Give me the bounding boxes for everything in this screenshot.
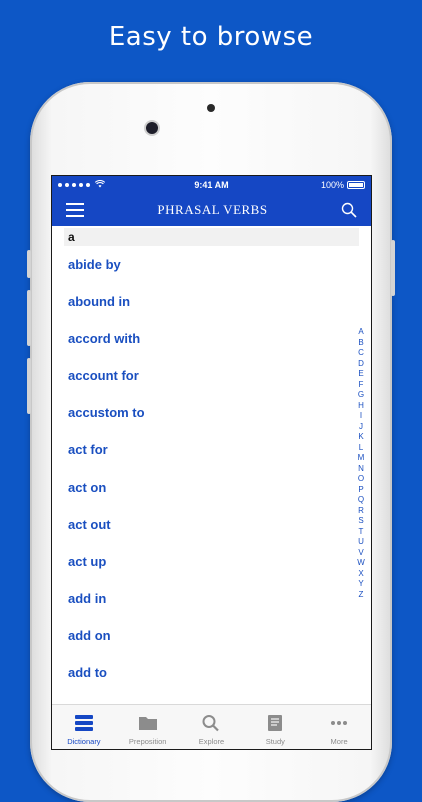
tab-label: Preposition <box>128 737 167 746</box>
index-letter[interactable]: D <box>355 359 367 370</box>
wifi-icon <box>94 180 106 190</box>
signal-indicator <box>58 180 106 190</box>
index-letter[interactable]: J <box>355 422 367 433</box>
entry-item[interactable]: act up <box>52 543 371 580</box>
index-letter[interactable]: A <box>355 327 367 338</box>
app-screen: 9:41 AM 100% PHRASAL VERBS a abide by abo… <box>51 175 372 750</box>
index-letter[interactable]: Q <box>355 495 367 506</box>
speaker-dot <box>207 104 215 112</box>
index-letter[interactable]: E <box>355 369 367 380</box>
power-button <box>391 240 395 296</box>
index-letter[interactable]: H <box>355 401 367 412</box>
index-letter[interactable]: Z <box>355 590 367 601</box>
mute-switch <box>27 358 31 414</box>
tab-label: More <box>330 737 348 746</box>
tab-more[interactable]: More <box>307 705 371 749</box>
entry-item[interactable]: add on <box>52 617 371 654</box>
index-letter[interactable]: L <box>355 443 367 454</box>
entry-item[interactable]: act on <box>52 469 371 506</box>
entry-item[interactable]: accustom to <box>52 394 371 431</box>
index-letter[interactable]: B <box>355 338 367 349</box>
volume-up-button <box>27 250 31 278</box>
index-letter[interactable]: Y <box>355 579 367 590</box>
index-letter[interactable]: G <box>355 390 367 401</box>
battery-icon <box>347 181 365 189</box>
entry-item[interactable]: add to <box>52 654 371 691</box>
tab-explore[interactable]: Explore <box>180 705 244 749</box>
battery-percent: 100% <box>320 180 344 190</box>
entry-item[interactable]: accord with <box>52 320 371 357</box>
entry-item[interactable]: act for <box>52 431 371 468</box>
notebook-icon <box>265 714 285 737</box>
promo-headline: Easy to browse <box>108 22 314 52</box>
alphabet-index[interactable]: ABCDEFGHIJKLMNOPQRSTUVWXYZ <box>355 327 367 600</box>
tab-study[interactable]: Study <box>243 705 307 749</box>
index-letter[interactable]: O <box>355 474 367 485</box>
index-letter[interactable]: P <box>355 485 367 496</box>
tab-bar: Dictionary Preposition Explore Study More <box>52 704 371 749</box>
index-letter[interactable]: V <box>355 548 367 559</box>
status-bar: 9:41 AM 100% <box>52 176 371 194</box>
index-letter[interactable]: I <box>355 411 367 422</box>
entry-item[interactable]: add in <box>52 580 371 617</box>
index-letter[interactable]: S <box>355 516 367 527</box>
search-icon <box>201 714 221 737</box>
search-icon[interactable] <box>341 202 357 218</box>
tab-label: Dictionary <box>67 737 101 746</box>
tab-preposition[interactable]: Preposition <box>116 705 180 749</box>
tab-label: Explore <box>198 737 225 746</box>
index-letter[interactable]: W <box>355 558 367 569</box>
index-letter[interactable]: F <box>355 380 367 391</box>
entry-list: abide by abound in accord with account for a… <box>52 246 371 691</box>
folder-icon <box>138 714 158 737</box>
index-letter[interactable]: U <box>355 537 367 548</box>
index-letter[interactable]: T <box>355 527 367 538</box>
hamburger-icon[interactable] <box>66 203 84 217</box>
front-camera-icon <box>146 122 158 134</box>
index-letter[interactable]: X <box>355 569 367 580</box>
entry-item[interactable]: abide by <box>52 246 371 283</box>
index-letter[interactable]: K <box>355 432 367 443</box>
entry-item[interactable]: account for <box>52 357 371 394</box>
ellipsis-icon <box>329 714 349 737</box>
page-title: PHRASAL VERBS <box>157 202 268 217</box>
volume-down-button <box>27 290 31 346</box>
navigation-bar: PHRASAL VERBS <box>52 194 371 226</box>
section-header: a <box>64 228 359 246</box>
index-letter[interactable]: R <box>355 506 367 517</box>
index-letter[interactable]: M <box>355 453 367 464</box>
stack-icon <box>74 714 94 737</box>
index-letter[interactable]: C <box>355 348 367 359</box>
tab-label: Study <box>265 737 285 746</box>
entry-item[interactable]: act out <box>52 506 371 543</box>
tab-dictionary[interactable]: Dictionary <box>52 705 116 749</box>
entry-item[interactable]: abound in <box>52 283 371 320</box>
index-letter[interactable]: N <box>355 464 367 475</box>
